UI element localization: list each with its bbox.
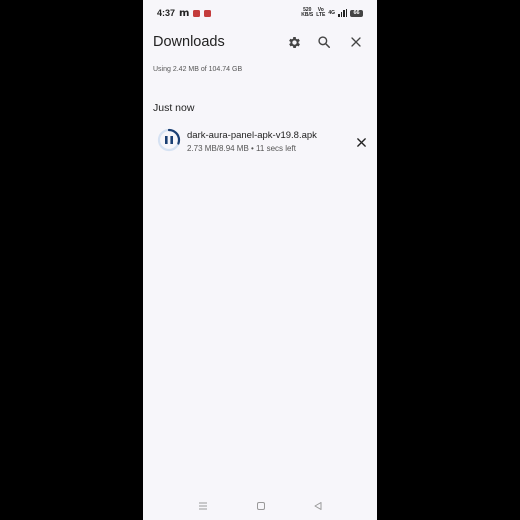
search-icon (318, 36, 331, 49)
close-icon (351, 37, 361, 47)
pause-icon (157, 128, 181, 152)
signal-icon (338, 9, 347, 17)
close-icon (356, 137, 366, 147)
status-time: 4:37 (157, 8, 176, 18)
page-title: Downloads (153, 34, 225, 50)
download-item[interactable]: dark-aura-panel-apk-v19.8.apk 2.73 MB/8.… (143, 124, 377, 160)
download-file-name: dark-aura-panel-apk-v19.8.apk (187, 130, 317, 141)
storage-usage: Using 2.42 MB of 104.74 GB (153, 66, 243, 73)
volte-indicator: Vo LTE (316, 8, 325, 18)
notification-app-icon (204, 9, 212, 17)
battery-icon: 66 (350, 9, 363, 17)
home-icon (257, 502, 265, 510)
close-button[interactable] (346, 32, 366, 52)
status-bar: 4:37 m 520 KB/S Vo LTE 4G 66 (143, 0, 377, 26)
download-progress-indicator[interactable] (156, 127, 182, 153)
navigation-bar (143, 494, 377, 518)
app-header: Downloads (143, 28, 377, 56)
menu-icon (199, 502, 207, 510)
volte-bottom: LTE (316, 12, 326, 18)
network-speed: 520 KB/S (301, 8, 313, 18)
gear-icon (288, 36, 300, 48)
status-right: 520 KB/S Vo LTE 4G 66 (301, 8, 363, 18)
network-speed-unit: KB/S (301, 12, 314, 18)
back-icon (314, 502, 322, 510)
notification-app-icon (193, 9, 201, 17)
nav-home-button[interactable] (254, 499, 268, 513)
status-left: 4:37 m (157, 7, 212, 19)
section-title: Just now (153, 102, 195, 114)
notification-m-icon: m (179, 7, 190, 19)
download-progress-text: 2.73 MB/8.94 MB • 11 secs left (187, 144, 296, 153)
nav-menu-button[interactable] (196, 499, 210, 513)
nav-back-button[interactable] (311, 499, 325, 513)
net-type: 4G (328, 9, 335, 16)
settings-button[interactable] (284, 32, 304, 52)
cancel-download-button[interactable] (351, 132, 371, 152)
phone-screen: 4:37 m 520 KB/S Vo LTE 4G 66 Downloads U… (143, 0, 377, 520)
search-button[interactable] (314, 32, 334, 52)
